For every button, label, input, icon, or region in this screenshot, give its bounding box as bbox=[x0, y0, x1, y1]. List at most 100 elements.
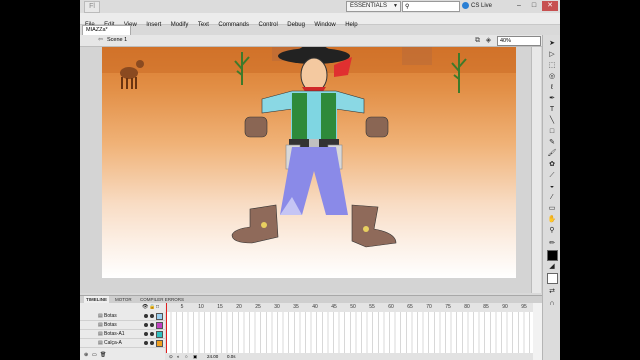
visibility-dot[interactable] bbox=[144, 332, 148, 336]
deco-tool-icon[interactable]: ✿ bbox=[545, 160, 559, 169]
frame-rate: 24.00 bbox=[207, 354, 219, 359]
frame-tick: 50 bbox=[350, 304, 356, 310]
onion-outline-icon[interactable]: ○ bbox=[185, 353, 188, 360]
frame-tick: 80 bbox=[464, 304, 470, 310]
minimize-button[interactable]: – bbox=[512, 1, 526, 11]
frame-grid[interactable] bbox=[165, 312, 533, 353]
chevron-down-icon: ▼ bbox=[393, 3, 398, 9]
edit-symbol-icon[interactable]: ◈ bbox=[484, 36, 493, 45]
zoom-value: 40% bbox=[500, 38, 512, 44]
layer-row[interactable]: ▤ Calça-A bbox=[80, 339, 165, 348]
hand-tool-icon[interactable]: ✋ bbox=[545, 215, 559, 224]
new-layer-icon[interactable]: ⊕ bbox=[84, 352, 88, 358]
menu-window[interactable]: Window bbox=[314, 20, 335, 31]
layer-outline-color[interactable] bbox=[156, 340, 163, 347]
cs-live-label: CS Live bbox=[471, 3, 493, 9]
paint-bucket-tool-icon[interactable]: ◒ bbox=[545, 182, 559, 191]
layer-outline-color[interactable] bbox=[156, 313, 163, 320]
frame-tick: 95 bbox=[521, 304, 527, 310]
pen-tool-icon[interactable]: ✒ bbox=[545, 94, 559, 103]
layer-row[interactable]: ▤ Botas bbox=[80, 321, 165, 330]
layer-name: Botas bbox=[104, 313, 117, 319]
menu-commands[interactable]: Commands bbox=[218, 20, 249, 31]
app-logo: Fl bbox=[84, 1, 100, 13]
layer-row[interactable]: ▤ Botas-A1 bbox=[80, 330, 165, 339]
lock-icon[interactable]: 🔒 bbox=[149, 304, 155, 310]
eyedropper-tool-icon[interactable]: ⁄ bbox=[545, 193, 559, 202]
layer-name: Botas bbox=[104, 322, 117, 328]
fill-color-icon[interactable]: ◢ bbox=[545, 262, 559, 271]
rectangle-tool-icon[interactable]: □ bbox=[545, 127, 559, 136]
letterbox-left bbox=[0, 0, 80, 360]
lasso-tool-icon[interactable]: ℓ bbox=[545, 83, 559, 92]
lock-dot[interactable] bbox=[150, 314, 154, 318]
layer-icon: ▤ bbox=[98, 313, 103, 319]
menu-help[interactable]: Help bbox=[345, 20, 357, 31]
frame-tick: 20 bbox=[236, 304, 242, 310]
lock-dot[interactable] bbox=[150, 341, 154, 345]
3d-rotation-tool-icon[interactable]: ◎ bbox=[545, 72, 559, 81]
menu-modify[interactable]: Modify bbox=[171, 20, 189, 31]
cs-live-icon bbox=[462, 1, 469, 9]
zoom-tool-icon[interactable]: ⚲ bbox=[545, 226, 559, 235]
lock-dot[interactable] bbox=[150, 332, 154, 336]
free-transform-tool-icon[interactable]: ⬚ bbox=[545, 61, 559, 70]
stroke-color-icon[interactable]: ✏ bbox=[545, 239, 559, 248]
frame-tick: 55 bbox=[369, 304, 375, 310]
close-button[interactable]: ✕ bbox=[542, 1, 558, 11]
visibility-dot[interactable] bbox=[144, 323, 148, 327]
snap-to-objects-icon[interactable]: ∩ bbox=[545, 299, 559, 308]
pencil-tool-icon[interactable]: ✎ bbox=[545, 138, 559, 147]
outline-icon[interactable]: □ bbox=[156, 304, 159, 310]
swap-colors-icon[interactable]: ⇄ bbox=[545, 287, 559, 296]
selection-tool-icon[interactable]: ➤ bbox=[545, 39, 559, 48]
visibility-dot[interactable] bbox=[144, 341, 148, 345]
delete-layer-icon[interactable]: 🗑 bbox=[100, 352, 106, 358]
menu-debug[interactable]: Debug bbox=[287, 20, 305, 31]
stage-vertical-scrollbar[interactable] bbox=[531, 47, 541, 293]
text-tool-icon[interactable]: T bbox=[545, 105, 559, 114]
workspace-switcher[interactable]: ESSENTIALS ▼ bbox=[346, 1, 401, 12]
maximize-button[interactable]: □ bbox=[527, 1, 541, 11]
center-frame-icon[interactable]: ⊙ bbox=[169, 353, 173, 360]
subselection-tool-icon[interactable]: ▷ bbox=[545, 50, 559, 59]
letterbox-right bbox=[560, 0, 640, 360]
edit-scene-icon[interactable]: ⧉ bbox=[473, 36, 482, 45]
menu-control[interactable]: Control bbox=[258, 20, 277, 31]
frame-tick: 35 bbox=[293, 304, 299, 310]
layer-icon: ▤ bbox=[98, 322, 103, 328]
bone-tool-icon[interactable]: ⟋ bbox=[545, 171, 559, 180]
scene-label: Scene 1 bbox=[107, 37, 128, 43]
line-tool-icon[interactable]: ╲ bbox=[545, 116, 559, 125]
timeline-panel: 👁 🔒 □ ▤ Botas ▤ Botas ▤ Botas-A1 ▤ Calça… bbox=[80, 303, 542, 360]
playhead[interactable] bbox=[166, 303, 167, 360]
cowboy-character bbox=[231, 47, 397, 248]
zoom-select[interactable]: 40% bbox=[497, 36, 541, 46]
menu-bar: File Edit View Insert Modify Text Comman… bbox=[80, 13, 560, 28]
layer-outline-color[interactable] bbox=[156, 322, 163, 329]
menu-text[interactable]: Text bbox=[198, 20, 209, 31]
stage-canvas[interactable] bbox=[102, 47, 516, 278]
layer-list: 👁 🔒 □ ▤ Botas ▤ Botas ▤ Botas-A1 ▤ Calça… bbox=[80, 303, 166, 360]
layer-row[interactable]: ▤ Botas bbox=[80, 312, 165, 321]
new-folder-icon[interactable]: ▭ bbox=[92, 352, 97, 358]
visibility-icon[interactable]: 👁 bbox=[142, 304, 148, 310]
cs-live-button[interactable]: CS Live bbox=[462, 1, 492, 11]
eraser-tool-icon[interactable]: ▭ bbox=[545, 204, 559, 213]
frame-tick: 25 bbox=[255, 304, 261, 310]
frame-tick: 75 bbox=[445, 304, 451, 310]
menu-insert[interactable]: Insert bbox=[146, 20, 161, 31]
stroke-color-swatch[interactable] bbox=[547, 250, 558, 261]
fill-color-swatch[interactable] bbox=[547, 273, 558, 284]
edit-multiple-frames-icon[interactable]: ▣ bbox=[193, 353, 197, 360]
frame-tick: 70 bbox=[426, 304, 432, 310]
frame-tick: 85 bbox=[483, 304, 489, 310]
visibility-dot[interactable] bbox=[144, 314, 148, 318]
lock-dot[interactable] bbox=[150, 323, 154, 327]
layer-outline-color[interactable] bbox=[156, 331, 163, 338]
back-arrow-icon[interactable]: ⇦ bbox=[98, 35, 103, 46]
brush-tool-icon[interactable]: 🖌 bbox=[545, 149, 559, 158]
frame-tick: 45 bbox=[331, 304, 337, 310]
help-search-input[interactable]: ⚲ bbox=[402, 1, 460, 12]
onion-skin-icon[interactable]: ◐ bbox=[177, 353, 180, 360]
